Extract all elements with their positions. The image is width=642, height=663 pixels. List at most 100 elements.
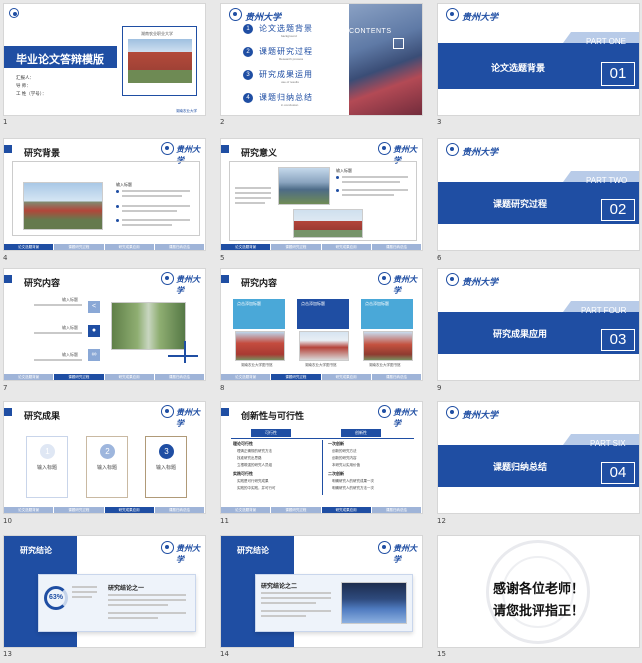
slide-7-thumbnail[interactable]: 研究内容 贵州大学 输入标题 输入标题 输入标题 < ● ∞ 论文选题背景 课题… bbox=[3, 268, 206, 381]
text-line bbox=[235, 202, 265, 204]
slide-number: 8 bbox=[220, 384, 225, 392]
innovation-item: 创新的研究内容 bbox=[332, 456, 357, 460]
tab[interactable]: 论文选题背景 bbox=[4, 374, 54, 380]
logo-text: 贵州大学 bbox=[393, 543, 417, 564]
logo-icon bbox=[161, 142, 174, 155]
tab[interactable]: 课题研究过程 bbox=[271, 244, 321, 250]
slide-title: 研究成果 bbox=[24, 411, 61, 421]
logo-text: 贵州大学 bbox=[462, 411, 499, 421]
logo-icon bbox=[446, 143, 459, 156]
tab[interactable]: 论文选题背景 bbox=[4, 244, 54, 250]
slide-number: 5 bbox=[220, 254, 225, 262]
slide-14-thumbnail[interactable]: 研究结论 贵州大学 研究结论之二 bbox=[220, 535, 423, 648]
contents-item-label[interactable]: 研究成果运用 bbox=[259, 69, 313, 80]
group-head: 理论可行性 bbox=[233, 441, 253, 446]
contents-item-label[interactable]: 论文选题背景 bbox=[259, 23, 313, 34]
link-icon[interactable]: ∞ bbox=[88, 349, 100, 361]
tab[interactable]: 课题归纳总结 bbox=[154, 244, 204, 250]
tab[interactable]: 课题归纳总结 bbox=[371, 374, 421, 380]
logo-icon bbox=[378, 541, 391, 554]
slide-number: 10 bbox=[3, 517, 12, 525]
slide-6-thumbnail[interactable]: 贵州大学 PART TWO 课题研究过程 02 bbox=[437, 138, 640, 251]
title-accent bbox=[4, 408, 12, 416]
feasibility-item: 实践是可行研究成果 bbox=[237, 479, 269, 483]
tab[interactable]: 课题研究过程 bbox=[54, 507, 104, 513]
group-head: 实践可行性 bbox=[233, 471, 253, 476]
text-line bbox=[108, 594, 186, 596]
tab[interactable]: 研究成果应用 bbox=[321, 374, 371, 380]
tab[interactable]: 研究成果应用 bbox=[104, 374, 154, 380]
feasibility-item: 立根筑强的研究人员组 bbox=[237, 463, 272, 467]
tab[interactable]: 课题归纳总结 bbox=[154, 374, 204, 380]
slide-title: 研究意义 bbox=[241, 148, 278, 158]
contents-item-sub: in conclusion bbox=[281, 103, 299, 107]
slide-1-reporter: 汇报人： bbox=[16, 75, 34, 80]
tab[interactable]: 课题研究过程 bbox=[54, 374, 104, 380]
lake-photo bbox=[278, 167, 330, 205]
section-tabs: 论文选题背景 课题研究过程 研究成果应用 课题归纳总结 bbox=[4, 507, 205, 513]
tab[interactable]: 论文选题背景 bbox=[221, 507, 271, 513]
text-line bbox=[72, 586, 97, 588]
tab[interactable]: 论文选题背景 bbox=[4, 507, 54, 513]
group-head: 二次创新 bbox=[328, 471, 344, 476]
logo-icon bbox=[378, 142, 391, 155]
text-line bbox=[261, 597, 331, 599]
title-accent bbox=[4, 145, 12, 153]
slide-13-thumbnail[interactable]: 研究结论 贵州大学 63% 研究结论之一 bbox=[3, 535, 206, 648]
tab[interactable]: 论文选题背景 bbox=[221, 374, 271, 380]
tab[interactable]: 研究成果应用 bbox=[321, 507, 371, 513]
text-line bbox=[122, 205, 190, 207]
logo-text: 贵州大学 bbox=[176, 407, 200, 428]
photo-caption: 湖南农业大学图书馆 bbox=[305, 363, 337, 367]
text-line bbox=[122, 210, 177, 212]
slide-1-thumbnail[interactable]: 毕业论文答辩模版 湖南农业职业大学 汇报人： 导 师： 工 姓（学号）： 湖南农… bbox=[3, 3, 206, 116]
contents-item-label[interactable]: 课题归纳总结 bbox=[259, 92, 313, 103]
step-card: 1 输入标题 bbox=[26, 436, 68, 498]
tab[interactable]: 课题归纳总结 bbox=[371, 507, 421, 513]
slide-3-thumbnail[interactable]: 贵州大学 PART ONE 论文选题背景 01 bbox=[437, 3, 640, 116]
slide-9-thumbnail[interactable]: 贵州大学 PART FOUR 研究成果应用 03 bbox=[437, 268, 640, 381]
tab[interactable]: 论文选题背景 bbox=[221, 244, 271, 250]
slide-title: 研究结论 bbox=[20, 546, 52, 555]
slide-title: 研究结论 bbox=[237, 546, 269, 555]
item-number-badge: 3 bbox=[243, 70, 253, 80]
group-icon[interactable]: ● bbox=[88, 325, 100, 337]
card: 点击添加标题 bbox=[233, 299, 285, 329]
tab[interactable]: 课题研究过程 bbox=[271, 374, 321, 380]
slide-1-campus-photo bbox=[128, 39, 192, 83]
section-title: 研究成果应用 bbox=[493, 329, 548, 339]
tab[interactable]: 课题研究过程 bbox=[271, 507, 321, 513]
slide-5-thumbnail[interactable]: 研究意义 贵州大学 输入标题 论文选题背景 课题研究过程 研究成果应用 课题归纳… bbox=[220, 138, 423, 251]
text-line bbox=[261, 615, 306, 617]
contents-item-sub: background bbox=[281, 34, 297, 38]
text-line bbox=[122, 224, 172, 226]
share-icon[interactable]: < bbox=[88, 301, 100, 313]
innovation-item: 创新的研究方法 bbox=[332, 449, 357, 453]
tab[interactable]: 研究成果应用 bbox=[321, 244, 371, 250]
item-number-badge: 2 bbox=[243, 47, 253, 57]
slide-1-work-no: 工 姓（学号）： bbox=[16, 91, 47, 96]
slide-4-thumbnail[interactable]: 研究背景 贵州大学 输入标题 论文选题背景 课题研究过程 研究成果应用 课题归纳… bbox=[3, 138, 206, 251]
tab[interactable]: 研究成果应用 bbox=[104, 244, 154, 250]
slide-number: 1 bbox=[3, 118, 8, 126]
slide-1-photo-caption: 湖南农业职业大学 bbox=[141, 31, 173, 36]
slide-2-thumbnail[interactable]: 贵州大学 1 论文选题背景 background 2 课题研究过程 Resear… bbox=[220, 3, 423, 116]
bullet-dot bbox=[116, 205, 119, 208]
slide-12-thumbnail[interactable]: 贵州大学 PART SIX 课题归纳总结 04 bbox=[437, 401, 640, 514]
slide-11-thumbnail[interactable]: 创新性与可行性 贵州大学 可行性 创新性 理论可行性 理清正确规的研究方法 找准… bbox=[220, 401, 423, 514]
section-index: 03 bbox=[601, 329, 635, 351]
text-line bbox=[261, 610, 331, 612]
slide-15-thumbnail[interactable]: 感谢各位老师！ 请您批评指正！ bbox=[437, 535, 640, 648]
tab[interactable]: 课题研究过程 bbox=[54, 244, 104, 250]
slide-8-thumbnail[interactable]: 研究内容 贵州大学 点击添加标题 点击添加标题 点击添加标题 湖南农业大学图书馆… bbox=[220, 268, 423, 381]
library-photo bbox=[299, 331, 349, 361]
logo-text: 贵州大学 bbox=[393, 274, 417, 295]
tab[interactable]: 课题归纳总结 bbox=[371, 244, 421, 250]
slide-number: 13 bbox=[3, 650, 12, 658]
slide-10-thumbnail[interactable]: 研究成果 贵州大学 1 输入标题 2 输入标题 3 输入标题 论文选题背景 课题… bbox=[3, 401, 206, 514]
tab[interactable]: 课题归纳总结 bbox=[154, 507, 204, 513]
contents-item-label[interactable]: 课题研究过程 bbox=[259, 46, 313, 57]
item-label: 输入标题 bbox=[62, 297, 78, 302]
slide-1-logo bbox=[9, 8, 25, 18]
tab[interactable]: 研究成果应用 bbox=[104, 507, 154, 513]
